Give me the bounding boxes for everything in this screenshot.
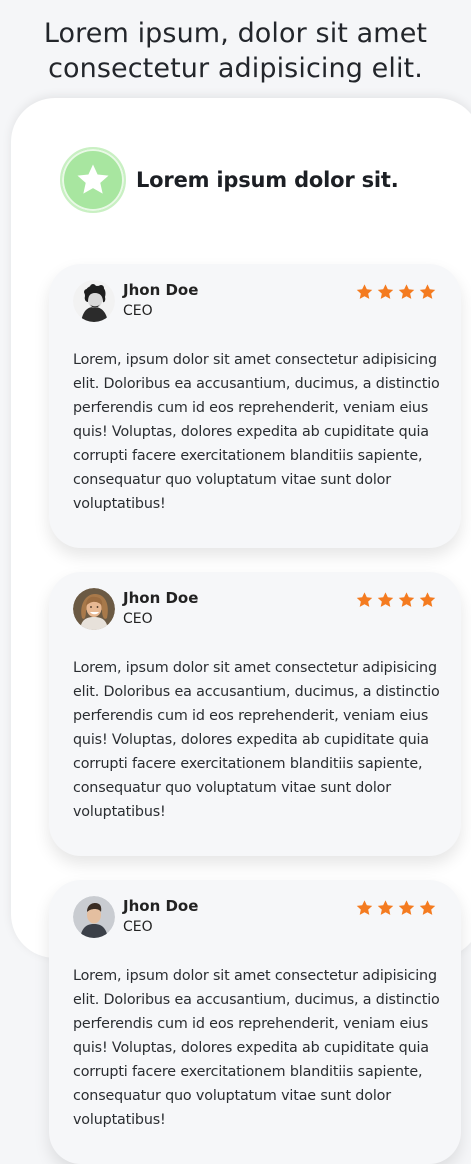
page-title-line-1: Lorem ipsum, dolor sit amet	[43, 18, 428, 49]
star-icon	[77, 164, 109, 194]
author-role: CEO	[123, 303, 153, 319]
star-icon	[419, 284, 436, 299]
star-icon	[356, 900, 373, 915]
testimonial-card: Jhon Doe CEO Lorem, ipsum dolor sit amet…	[49, 572, 461, 856]
testimonial-text: Lorem, ipsum dolor sit amet consectetur …	[73, 660, 440, 820]
star-icon	[356, 592, 373, 607]
page-title: Lorem ipsum, dolor sit amet consectetur …	[0, 16, 471, 86]
avatar-man-icon	[73, 896, 115, 938]
avatar	[73, 896, 115, 938]
avatar	[73, 280, 115, 322]
author-name: Jhon Doe	[123, 897, 199, 915]
section-title: Lorem ipsum dolor sit.	[136, 168, 399, 192]
star-icon	[377, 900, 394, 915]
avatar-smiling-woman-icon	[73, 588, 115, 630]
star-icon	[377, 284, 394, 299]
testimonial-card: Jhon Doe CEO Lorem, ipsum dolor sit amet…	[49, 264, 461, 548]
testimonial-text: Lorem, ipsum dolor sit amet consectetur …	[73, 968, 440, 1128]
star-rating	[355, 899, 437, 917]
author-name: Jhon Doe	[123, 281, 199, 299]
author-role: CEO	[123, 611, 153, 627]
star-icon	[419, 592, 436, 607]
star-icon	[419, 900, 436, 915]
author-role: CEO	[123, 919, 153, 935]
star-icon	[398, 592, 415, 607]
page-title-line-2: consectetur adipisicing elit.	[48, 53, 423, 84]
star-icon	[398, 900, 415, 915]
star-icon	[377, 592, 394, 607]
testimonial-author: Jhon Doe CEO	[73, 896, 198, 938]
avatar	[73, 588, 115, 630]
avatar-curly-hair-man-icon	[73, 280, 115, 322]
star-badge-icon	[60, 147, 126, 213]
star-icon	[356, 284, 373, 299]
author-name: Jhon Doe	[123, 589, 199, 607]
section-header: Lorem ipsum dolor sit.	[60, 147, 399, 213]
star-rating	[355, 591, 437, 609]
testimonial-author: Jhon Doe CEO	[73, 588, 198, 630]
star-rating	[355, 283, 437, 301]
testimonial-text: Lorem, ipsum dolor sit amet consectetur …	[73, 352, 440, 512]
star-icon	[398, 284, 415, 299]
testimonial-author: Jhon Doe CEO	[73, 280, 198, 322]
